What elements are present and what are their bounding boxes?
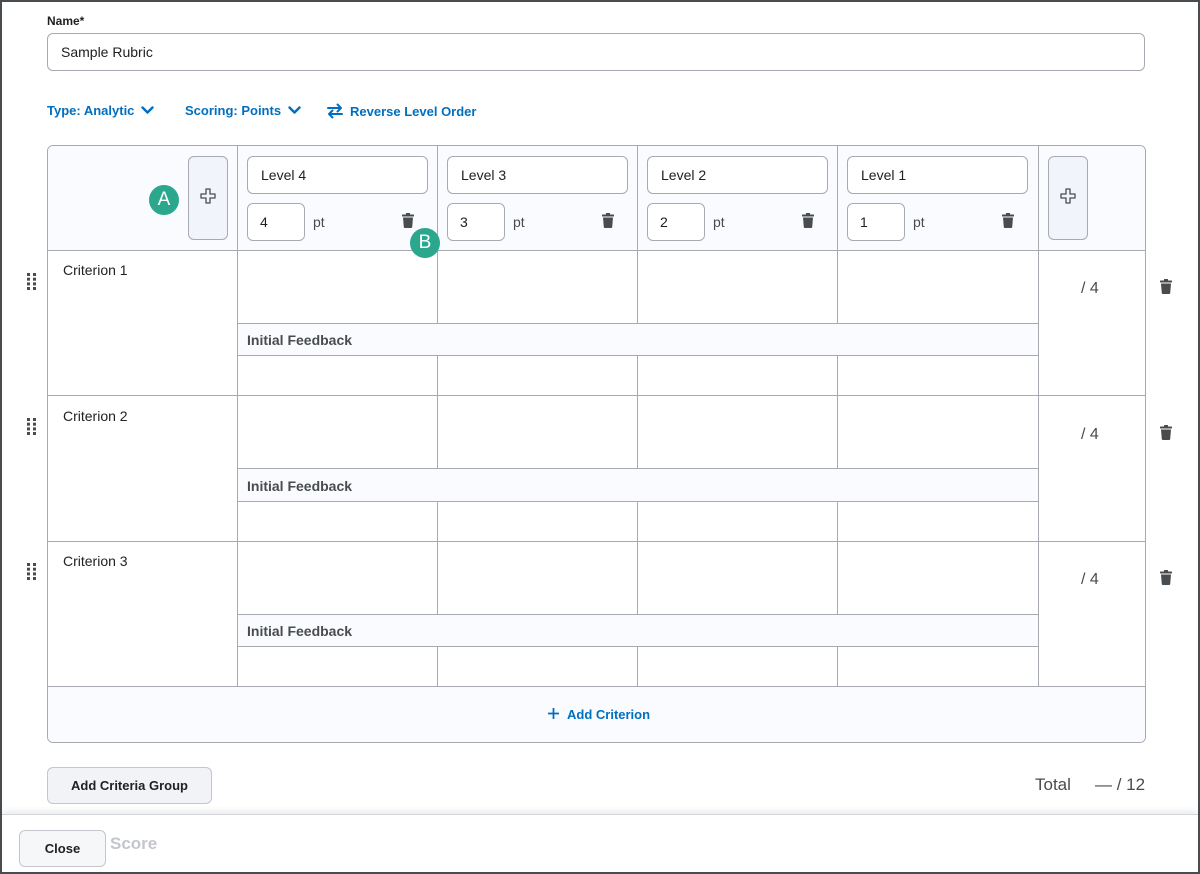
trash-icon[interactable] — [1160, 570, 1172, 590]
initial-feedback-label: Initial Feedback — [247, 478, 353, 494]
level-points-input[interactable] — [847, 203, 905, 241]
initial-feedback-label: Initial Feedback — [247, 623, 353, 639]
grid-line — [437, 646, 438, 687]
level-name-input[interactable] — [247, 156, 428, 194]
type-dropdown[interactable]: Type: Analytic — [47, 103, 155, 118]
add-criterion-label: Add Criterion — [567, 707, 651, 722]
reverse-level-order-button[interactable]: Reverse Level Order — [326, 103, 476, 119]
level-points-input[interactable] — [247, 203, 305, 241]
level-header-cell: pt — [238, 146, 437, 250]
criterion-score: / 4 — [1081, 280, 1099, 297]
level-header-cell: pt — [838, 146, 1038, 250]
level-header-cell: pt — [638, 146, 837, 250]
grid-line — [637, 501, 638, 614]
level-name-input[interactable] — [847, 156, 1028, 194]
add-level-end-button[interactable] — [1048, 156, 1088, 240]
type-label: Type: Analytic — [47, 103, 135, 118]
criterion-score: / 4 — [1081, 426, 1099, 443]
grid-line — [238, 646, 1038, 647]
rubric-grid: pt pt pt pt — [47, 145, 1146, 743]
grid-line — [48, 686, 1145, 687]
grid-line — [237, 146, 238, 687]
reverse-level-order-label: Reverse Level Order — [350, 103, 477, 119]
add-criterion-button[interactable]: Add Criterion — [547, 707, 651, 722]
grid-line — [637, 250, 638, 323]
footer-bar: Score Close — [2, 814, 1198, 872]
swap-arrows-icon — [326, 103, 344, 119]
points-unit: pt — [913, 214, 925, 230]
drag-handle-icon[interactable] — [27, 563, 37, 585]
drag-handle-icon[interactable] — [27, 418, 37, 440]
level-points-input[interactable] — [647, 203, 705, 241]
trash-icon[interactable] — [602, 213, 614, 228]
criterion-name[interactable]: Criterion 1 — [63, 262, 128, 278]
trash-icon[interactable] — [1002, 213, 1014, 228]
level-points-input[interactable] — [447, 203, 505, 241]
trash-icon[interactable] — [1160, 425, 1172, 445]
ghost-score-text: Score — [110, 834, 158, 853]
plus-icon — [1060, 187, 1076, 209]
scoring-label: Scoring: Points — [185, 103, 282, 118]
grid-line — [637, 355, 638, 469]
feedback-band — [238, 323, 1038, 355]
feedback-band — [238, 614, 1038, 646]
grid-line — [637, 146, 638, 250]
total-value: — / 12 — [1095, 775, 1146, 794]
grid-line — [48, 395, 1145, 396]
criterion-score: / 4 — [1081, 571, 1099, 588]
grid-line — [837, 355, 838, 469]
points-unit: pt — [313, 214, 325, 230]
grid-line — [238, 501, 1038, 502]
points-unit: pt — [713, 214, 725, 230]
criterion-name[interactable]: Criterion 2 — [63, 408, 128, 424]
grid-line — [238, 614, 1038, 615]
grid-line — [637, 646, 638, 687]
plus-icon — [547, 707, 560, 722]
grid-line — [837, 501, 838, 614]
close-button[interactable]: Close — [19, 830, 106, 867]
grid-line — [437, 250, 438, 323]
annotation-badge-a: A — [149, 185, 179, 215]
level-name-input[interactable] — [647, 156, 828, 194]
name-label: Name* — [47, 14, 85, 28]
chevron-down-icon — [141, 106, 155, 115]
drag-handle-icon[interactable] — [27, 273, 37, 295]
rubric-editor: Name* Type: Analytic Scoring: Points Rev… — [0, 0, 1200, 874]
grid-line — [238, 323, 1038, 324]
annotation-badge-b: B — [410, 228, 440, 258]
grid-line — [437, 501, 438, 614]
name-input[interactable] — [47, 33, 1145, 71]
plus-icon — [200, 187, 216, 209]
trash-icon[interactable] — [1160, 279, 1172, 299]
header-end-cell — [1039, 146, 1145, 250]
initial-feedback-label: Initial Feedback — [247, 332, 353, 348]
add-criteria-group-button[interactable]: Add Criteria Group — [47, 767, 212, 804]
grid-line — [238, 355, 1038, 356]
total-label: Total — [1035, 775, 1071, 794]
chevron-down-icon — [288, 106, 301, 115]
grid-line — [837, 146, 838, 250]
add-level-start-button[interactable] — [188, 156, 228, 240]
scoring-dropdown[interactable]: Scoring: Points — [185, 103, 301, 118]
grid-line — [837, 250, 838, 323]
grid-line — [238, 468, 1038, 469]
header-corner-cell — [48, 146, 237, 250]
grid-line — [1038, 146, 1039, 687]
points-unit: pt — [513, 214, 525, 230]
trash-icon[interactable] — [802, 213, 814, 228]
level-name-input[interactable] — [447, 156, 628, 194]
feedback-band — [238, 469, 1038, 501]
grid-line — [437, 355, 438, 469]
grid-line — [48, 250, 1145, 251]
criterion-name[interactable]: Criterion 3 — [63, 553, 128, 569]
trash-icon[interactable] — [402, 213, 414, 228]
grid-line — [837, 646, 838, 687]
grid-line — [48, 541, 1145, 542]
level-header-cell: pt — [438, 146, 637, 250]
